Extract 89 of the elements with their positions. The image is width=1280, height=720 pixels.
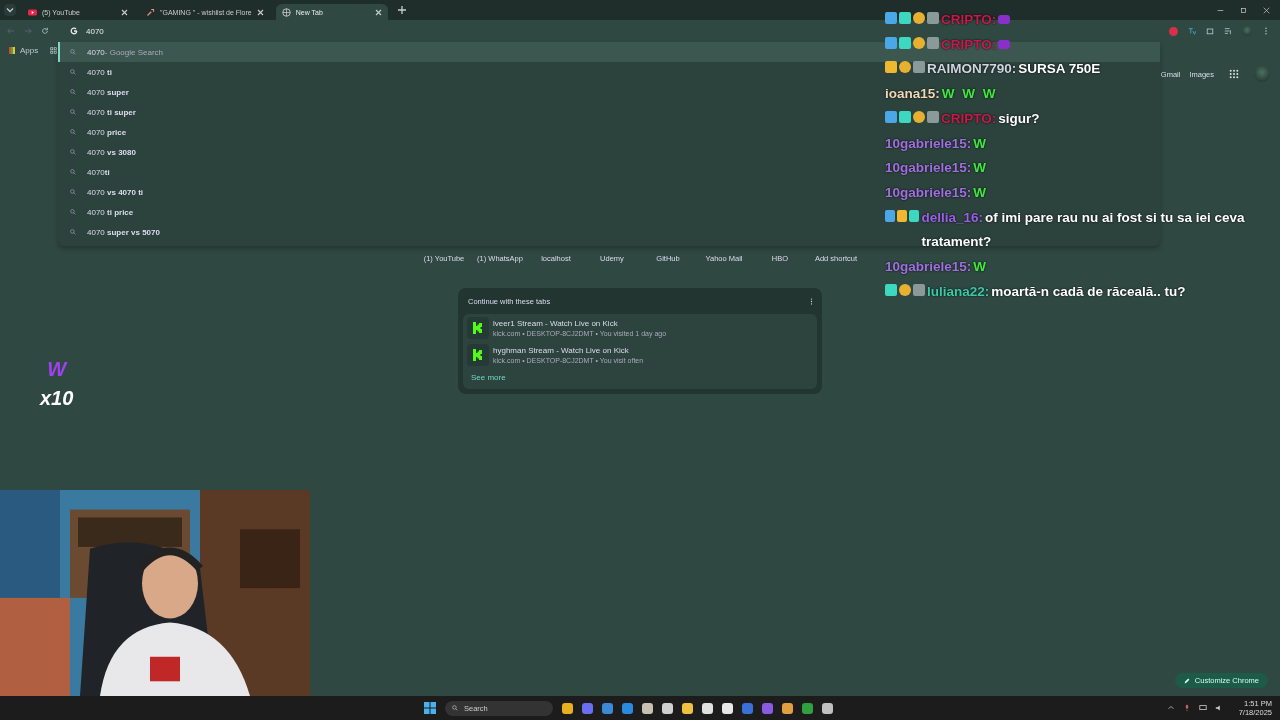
puzzle-icon[interactable] bbox=[1206, 27, 1214, 35]
app-icon[interactable] bbox=[662, 702, 673, 714]
chat-message: CRIPTO: bbox=[941, 35, 998, 54]
suggestion-item[interactable]: 4070 vs 4070 ti bbox=[87, 187, 144, 197]
chat-message: 10gabriele15:W bbox=[885, 258, 987, 277]
chat-badge-icon bbox=[899, 283, 911, 296]
app-icon[interactable] bbox=[782, 702, 793, 714]
chat-badge-icon bbox=[913, 283, 925, 296]
chat-message: Iuliana22:moartă-n cadă de răceală.. tu? bbox=[927, 282, 1186, 301]
search-icon bbox=[70, 229, 76, 235]
app-icon[interactable] bbox=[642, 702, 653, 714]
search-icon bbox=[70, 69, 76, 75]
app-icon[interactable] bbox=[682, 702, 693, 714]
suggestion-item[interactable]: 4070 ti price bbox=[87, 207, 134, 217]
app-icon[interactable] bbox=[562, 702, 573, 714]
suggestion-item[interactable]: 4070 super vs 5070 bbox=[87, 227, 160, 237]
translate-icon[interactable] bbox=[1188, 27, 1196, 35]
chat-message: 10gabriele15:W bbox=[885, 183, 987, 202]
new-tab-icon[interactable] bbox=[397, 6, 406, 14]
apps-grid-icon[interactable] bbox=[1229, 69, 1239, 79]
emote-icon bbox=[998, 15, 1011, 24]
chat-badge-icon bbox=[885, 283, 897, 296]
chat-badge-icon bbox=[913, 36, 925, 49]
wrench-icon bbox=[146, 7, 155, 17]
k-logo-icon bbox=[467, 344, 489, 366]
address-field[interactable]: 4070 bbox=[65, 21, 185, 41]
monitor-icon[interactable] bbox=[1198, 704, 1207, 712]
globe-icon bbox=[281, 7, 291, 17]
chat-message: ioana15:W W W bbox=[885, 85, 996, 104]
tab-link[interactable]: lveer1 Stream - Watch Live on Kick bbox=[493, 319, 667, 328]
suggestion-item[interactable]: 4070 vs 3080 bbox=[87, 147, 136, 157]
k-logo-icon bbox=[467, 317, 489, 339]
see-more-link[interactable]: See more bbox=[467, 371, 510, 384]
suggestion-item[interactable]: 4070ti bbox=[87, 167, 110, 177]
tab-link[interactable]: hyghman Stream - Watch Live on Kick bbox=[493, 346, 644, 355]
chat-badge-icon bbox=[927, 12, 939, 24]
search-icon bbox=[70, 209, 76, 215]
close-icon[interactable] bbox=[121, 8, 128, 16]
chat-badge-icon bbox=[913, 61, 925, 74]
chat-badge-icon bbox=[899, 12, 911, 24]
chat-message: dellia_16:of imi pare rau nu ai fost si tu sa iei ceva tratament? bbox=[921, 208, 1246, 252]
search-icon bbox=[70, 129, 76, 135]
more-icon[interactable] bbox=[810, 298, 813, 305]
chat-badge-icon bbox=[885, 12, 897, 24]
apps-bookmark[interactable]: Apps bbox=[9, 45, 39, 55]
chat-badge-icon bbox=[897, 209, 908, 222]
chat-message: CRIPTO:sigur? bbox=[941, 109, 1040, 128]
chat-badge-icon bbox=[885, 209, 896, 222]
search-icon bbox=[70, 109, 76, 115]
chat-message: 10gabriele15:W bbox=[885, 134, 987, 153]
play-icon bbox=[28, 7, 37, 17]
search-icon bbox=[70, 169, 76, 175]
search-icon bbox=[452, 705, 458, 711]
app-icon[interactable] bbox=[702, 702, 713, 714]
combo-emote: W bbox=[47, 358, 67, 381]
suggestion-item[interactable]: 4070 ti bbox=[87, 67, 112, 77]
speaker-icon[interactable] bbox=[1214, 704, 1223, 712]
search-icon bbox=[70, 149, 76, 155]
search-icon bbox=[70, 49, 76, 55]
chat-badge-icon bbox=[885, 61, 897, 74]
app-icon[interactable] bbox=[722, 702, 733, 714]
close-icon[interactable] bbox=[256, 8, 264, 16]
reload-icon[interactable] bbox=[41, 27, 49, 35]
suggestion-item[interactable]: 4070 super bbox=[87, 87, 129, 97]
suggestion-item[interactable]: 4070 price bbox=[87, 127, 127, 137]
close-icon[interactable] bbox=[1263, 6, 1270, 14]
suggestion-item[interactable]: 4070 ti super bbox=[87, 107, 136, 117]
search-icon bbox=[70, 189, 76, 195]
chat-message: RAIMON7790:SURSA 750E bbox=[927, 60, 1101, 79]
caret-icon[interactable] bbox=[1166, 704, 1175, 712]
chat-badge-icon bbox=[927, 36, 939, 49]
grid-icon[interactable] bbox=[50, 46, 58, 54]
restore-icon[interactable] bbox=[1240, 6, 1247, 14]
combo-count: x10 bbox=[40, 387, 74, 410]
media-icon[interactable] bbox=[1224, 27, 1232, 35]
pencil-icon bbox=[1183, 677, 1190, 684]
chat-badge-icon bbox=[909, 209, 920, 222]
chat-message: 10gabriele15:W bbox=[885, 159, 987, 178]
chat-badge-icon bbox=[899, 36, 911, 49]
close-icon[interactable] bbox=[374, 8, 382, 16]
emote-icon bbox=[998, 39, 1011, 49]
search-icon bbox=[70, 89, 76, 95]
app-icon[interactable] bbox=[822, 702, 833, 714]
tab-search-icon[interactable] bbox=[4, 4, 16, 16]
chat-badge-icon bbox=[885, 36, 897, 49]
windows-icon[interactable] bbox=[424, 702, 436, 714]
chat-message: CRIPTO: bbox=[941, 11, 998, 29]
suggestion-item[interactable]: 4070- Google Search bbox=[87, 47, 164, 57]
google-icon bbox=[70, 27, 78, 35]
